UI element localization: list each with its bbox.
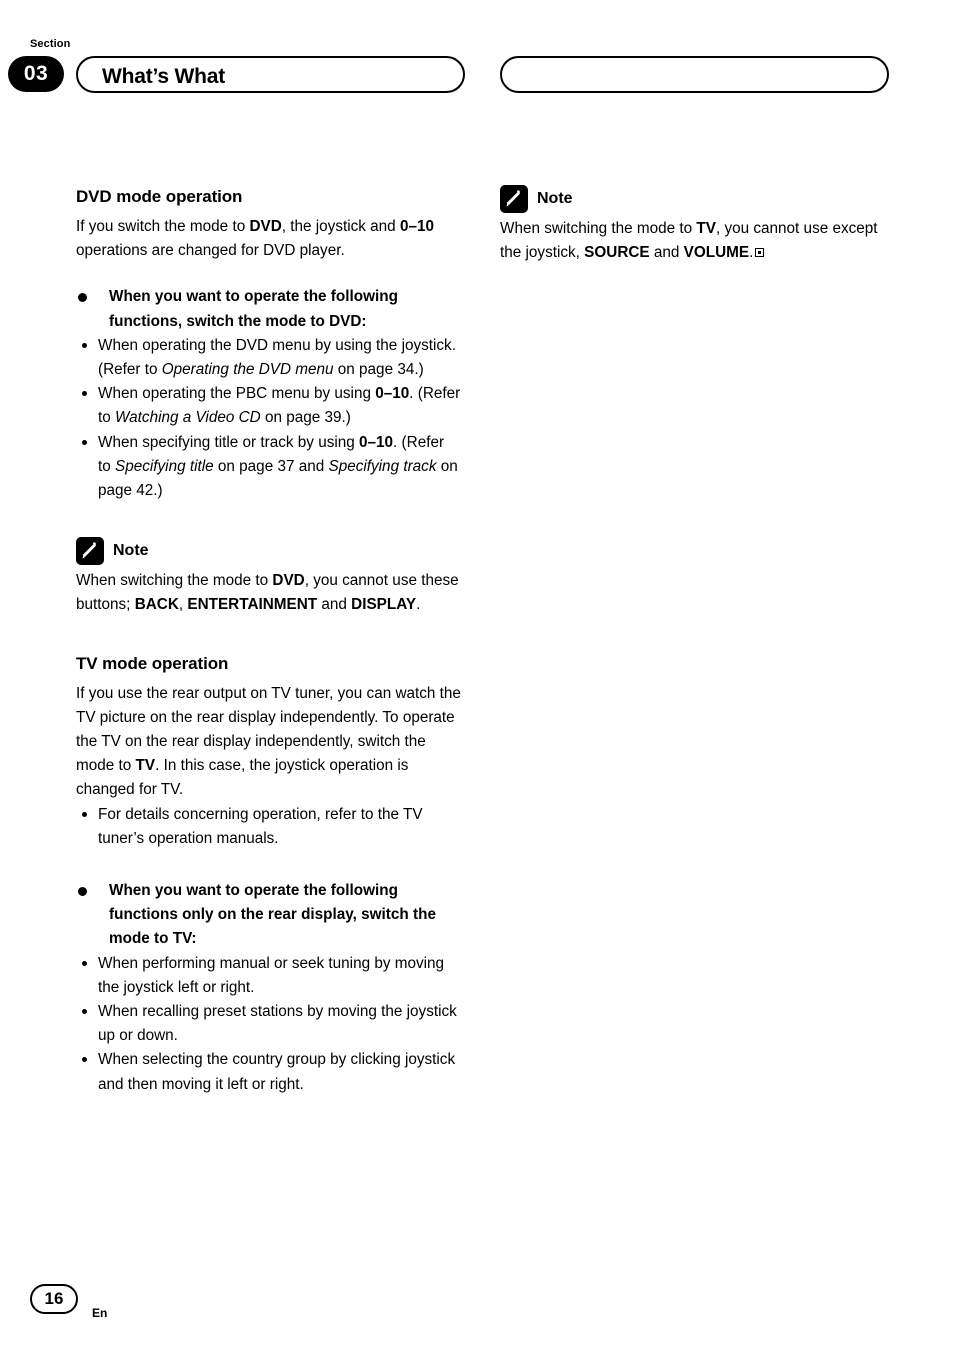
language-label: En: [92, 1306, 108, 1320]
item-text: When selecting the country group by clic…: [98, 1051, 456, 1093]
item-italic-1: Watching a Video CD: [115, 409, 261, 427]
header-pill-right: [500, 56, 889, 93]
item-text-2: on page 34.): [333, 361, 424, 379]
dvd-mode-heading-prefix: DVD: [76, 187, 112, 206]
dvd-bullet-heading-text: When you want to operate the following f…: [109, 288, 398, 330]
dvd-intro-paragraph: If you switch the mode to DVD, the joyst…: [76, 215, 461, 263]
note-bold-2: SOURCE: [584, 244, 650, 262]
tv-bullet-heading: When you want to operate the following f…: [76, 879, 461, 952]
note-label: Note: [113, 542, 149, 560]
dvd-bullet-heading: When you want to operate the following f…: [76, 285, 461, 333]
note-paragraph-left: When switching the mode to DVD, you cann…: [76, 569, 461, 617]
tv-intro-paragraph: If you use the rear output on TV tuner, …: [76, 682, 461, 803]
pencil-note-icon: [76, 537, 104, 566]
item-italic-1: Specifying title: [115, 457, 214, 475]
bullet-dot-icon: [82, 960, 87, 966]
item-text-1: When specifying title or track by using: [98, 433, 360, 451]
note-text-5: .: [416, 596, 421, 614]
filled-circle-bullet-icon: [78, 887, 87, 897]
item-bold-1: 0–10: [375, 385, 410, 403]
tv-function-list: When performing manual or seek tuning by…: [76, 952, 461, 1097]
note-header-left: Note: [76, 537, 461, 566]
dvd-intro-text-2: , the joystick and: [281, 218, 400, 235]
tv-bullet-heading-text: When you want to operate the following f…: [109, 882, 436, 948]
item-text: When performing manual or seek tuning by…: [98, 954, 445, 996]
note-text-3: and: [649, 244, 684, 262]
note-bold-2: BACK: [134, 596, 179, 614]
note-bold-4: DISPLAY: [351, 596, 417, 614]
list-item: For details concerning operation, refer …: [76, 803, 461, 851]
note-bold-1: TV: [696, 220, 716, 237]
page-title: What’s What: [102, 65, 226, 88]
list-item: When selecting the country group by clic…: [76, 1048, 461, 1096]
list-item: When operating the DVD menu by using the…: [76, 334, 461, 382]
note-text-4: and: [317, 596, 352, 614]
bullet-dot-icon: [82, 811, 87, 817]
dvd-mode-heading: DVD mode operation: [76, 185, 461, 209]
bullet-dot-icon: [82, 1057, 87, 1063]
note-label: Note: [537, 190, 573, 207]
bullet-dot-icon: [82, 342, 87, 348]
page-number-badge: 16: [30, 1284, 78, 1314]
manual-page: Section 03 What’s What DVD mode operatio…: [0, 0, 954, 1352]
bullet-dot-icon: [82, 391, 87, 397]
dvd-mode-heading-suffix: mode operation: [111, 187, 243, 206]
dvd-intro-text-3: operations are changed for DVD player.: [76, 242, 345, 260]
header-title-pill: What’s What: [76, 56, 465, 93]
dvd-intro-text-1: If you switch the mode to: [76, 218, 250, 235]
item-bold-1: 0–10: [359, 433, 394, 451]
bullet-dot-icon: [82, 439, 87, 445]
dvd-intro-bold-1: DVD: [249, 218, 282, 235]
tv-detail-list: For details concerning operation, refer …: [76, 803, 461, 851]
note-text-1: When switching the mode to: [500, 220, 697, 237]
note-bold-3: VOLUME: [683, 244, 750, 262]
note-bold-3: ENTERTAINMENT: [187, 596, 318, 614]
item-italic-1: Operating the DVD menu: [161, 361, 334, 379]
tv-mode-heading-prefix: TV: [76, 653, 98, 673]
item-text-3: on page 39.): [260, 409, 351, 427]
bullet-dot-icon: [82, 1009, 87, 1015]
dvd-intro-bold-2: 0–10: [399, 218, 434, 235]
note-paragraph-right: When switching the mode to TV, you canno…: [500, 217, 885, 265]
item-text: When recalling preset stations by moving…: [98, 1003, 457, 1045]
item-italic-2: Specifying track: [328, 457, 437, 475]
list-item: When specifying title or track by using …: [76, 431, 461, 504]
list-item: When recalling preset stations by moving…: [76, 1000, 461, 1048]
note-bold-1: DVD: [272, 572, 305, 590]
item-text-1: For details concerning operation, refer …: [98, 805, 423, 847]
right-column: Note When switching the mode to TV, you …: [500, 185, 885, 265]
pencil-note-icon: [500, 185, 528, 213]
item-text-1: When operating the PBC menu by using: [98, 385, 376, 403]
tv-intro-bold-1: TV: [135, 757, 156, 775]
tv-mode-heading: TV mode operation: [76, 652, 461, 676]
filled-circle-bullet-icon: [78, 293, 87, 303]
note-text-4: .: [749, 244, 754, 262]
note-header-right: Note: [500, 185, 885, 213]
left-column: DVD mode operation If you switch the mod…: [76, 185, 461, 1097]
list-item: When operating the PBC menu by using 0–1…: [76, 382, 461, 430]
section-label: Section: [30, 38, 71, 50]
list-item: When performing manual or seek tuning by…: [76, 952, 461, 1000]
dvd-function-list: When operating the DVD menu by using the…: [76, 334, 461, 503]
note-text-1: When switching the mode to: [76, 572, 273, 590]
tv-mode-heading-suffix: mode operation: [97, 653, 229, 673]
item-text-3: on page 37 and: [213, 457, 329, 475]
filled-square-icon: [755, 248, 765, 258]
section-number-badge: 03: [8, 56, 64, 92]
